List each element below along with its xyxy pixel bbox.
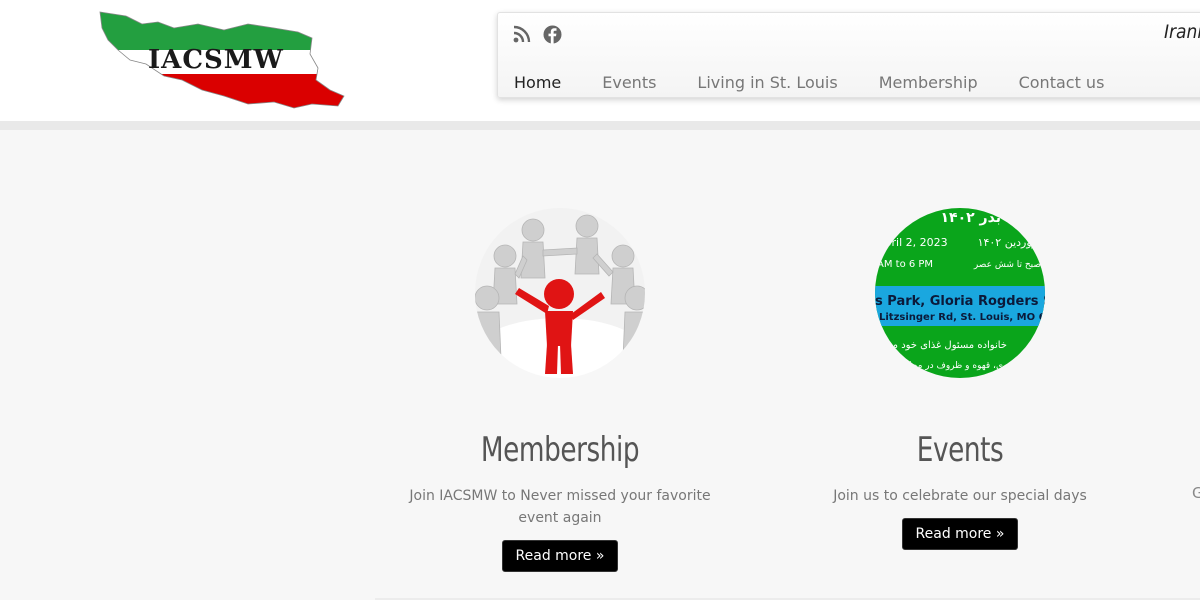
- header-divider: [0, 121, 1200, 130]
- site-header: IACSMW Irania Home Events Living: [0, 0, 1200, 121]
- svg-text:s Park, Gloria Rogders S: s Park, Gloria Rogders S: [875, 294, 1045, 309]
- svg-text:April 2, 2023: April 2, 2023: [877, 236, 948, 249]
- facebook-icon[interactable]: [543, 25, 562, 44]
- site-tagline: Irania: [1164, 21, 1200, 43]
- logo-text: IACSMW: [148, 45, 284, 75]
- nav-living-in-st-louis[interactable]: Living in St. Louis: [697, 73, 837, 92]
- svg-text:سیزده بدر ۱۴۰۲: سیزده بدر ۱۴۰۲: [941, 210, 1045, 226]
- svg-text:صبح تا شش عصر: صبح تا شش عصر: [973, 260, 1041, 270]
- nav-home[interactable]: Home: [514, 73, 561, 92]
- membership-title: Membership: [480, 430, 640, 470]
- events-card: سیزده بدر ۱۴۰۲ April 2, 2023 ۱۴۰۲ فروردی…: [760, 208, 1160, 550]
- navigation-box: Irania Home Events Living in St. Louis M…: [497, 12, 1200, 98]
- membership-card: Membership Join IACSMW to Never missed y…: [360, 208, 760, 572]
- membership-description: Join IACSMW to Never missed your favorit…: [409, 488, 711, 526]
- events-title: Events: [916, 430, 1004, 470]
- nav-events[interactable]: Events: [602, 73, 656, 92]
- membership-read-more-button[interactable]: Read more »: [501, 540, 619, 572]
- main-nav: Home Events Living in St. Louis Membersh…: [514, 73, 1145, 92]
- svg-text:۱۴۰۲ فروردین: ۱۴۰۲ فروردین: [978, 236, 1043, 249]
- events-description: Join us to celebrate our special days: [833, 488, 1087, 504]
- nav-contact-us[interactable]: Contact us: [1019, 73, 1105, 92]
- svg-text:Litzsinger Rd, St. Louis, MO 6: Litzsinger Rd, St. Louis, MO 6: [879, 312, 1045, 323]
- nav-membership[interactable]: Membership: [879, 73, 978, 92]
- svg-text:خانواده مسئول غذای خود می‌باشن: خانواده مسئول غذای خود می‌باشند: [875, 340, 1007, 351]
- svg-text:ی، قهوه و ظروف در محل: ی، قهوه و ظروف در محل: [905, 361, 1003, 371]
- social-links: [512, 25, 562, 44]
- events-read-more-button[interactable]: Read more »: [901, 518, 1019, 550]
- svg-text:AM to 6 PM: AM to 6 PM: [877, 259, 933, 270]
- events-image[interactable]: سیزده بدر ۱۴۰۲ April 2, 2023 ۱۴۰۲ فروردی…: [875, 208, 1045, 378]
- next-card-partial-text: G: [1192, 484, 1200, 502]
- membership-image[interactable]: [475, 208, 645, 378]
- site-logo[interactable]: IACSMW: [98, 10, 348, 112]
- rss-icon[interactable]: [512, 25, 531, 44]
